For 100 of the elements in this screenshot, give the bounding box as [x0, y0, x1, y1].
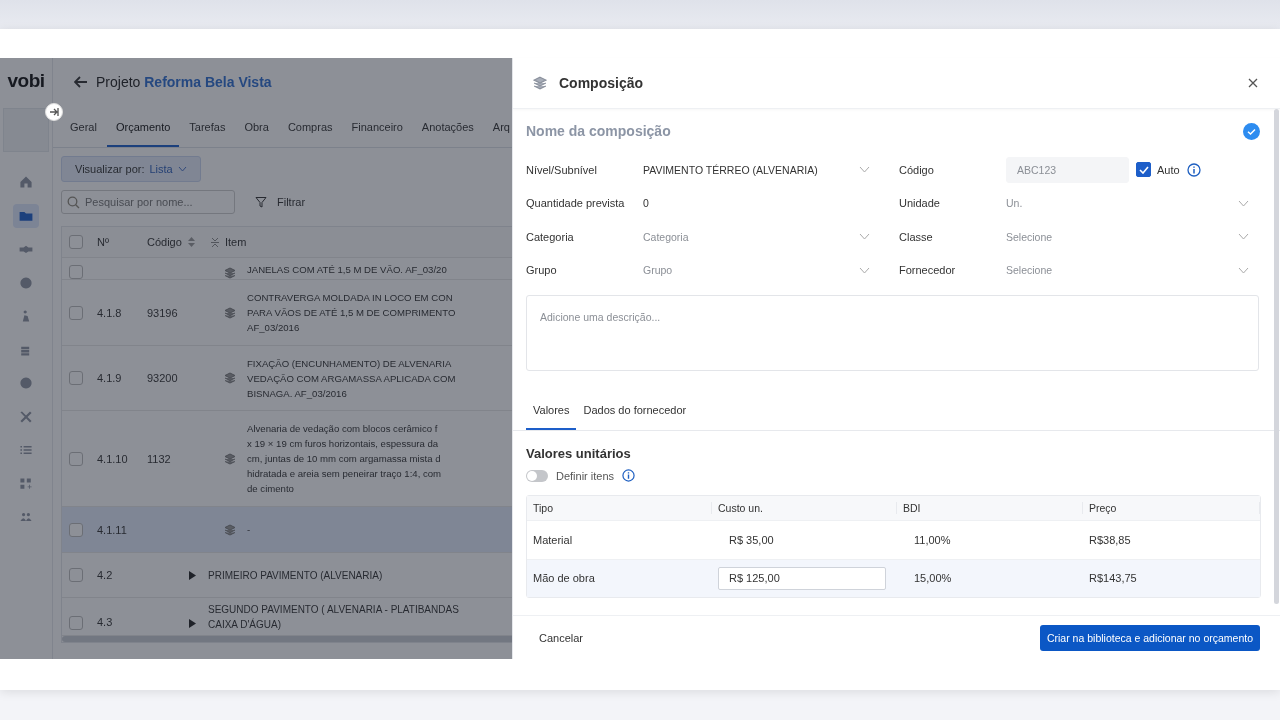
table-cell[interactable]: 11,00%	[903, 533, 951, 546]
cancel-button[interactable]: Cancelar	[526, 625, 597, 650]
select-field[interactable]: PAVIMENTO TÉRREO (ALVENARIA)	[643, 157, 870, 182]
column-header: Nº	[97, 236, 110, 248]
expand-caret-icon[interactable]	[189, 619, 196, 628]
collapse-all-icon[interactable]	[211, 236, 219, 248]
tab[interactable]: Obra	[235, 105, 278, 147]
table-cell[interactable]: 15,00%	[903, 572, 952, 585]
logo: vobi	[7, 69, 45, 93]
field-label: Grupo	[526, 264, 558, 277]
description-field[interactable]: Adicione uma descrição...	[526, 295, 1259, 371]
table-cell-text: 4.1.11	[97, 523, 128, 536]
select-field[interactable]: Un.	[1006, 191, 1249, 216]
project-title: Projeto Reforma Bela Vista	[96, 73, 272, 90]
layers-icon	[224, 523, 236, 536]
column-header[interactable]: Código	[147, 236, 211, 248]
tab[interactable]: Geral	[61, 105, 106, 147]
back-arrow-icon[interactable]	[74, 75, 88, 88]
select-field[interactable]: Grupo	[643, 258, 870, 283]
checkbox[interactable]	[69, 568, 83, 582]
field-label: Classe	[899, 230, 934, 243]
chevron-down-icon[interactable]	[1238, 266, 1249, 274]
table-cell-text: 4.3	[97, 616, 114, 628]
checkbox[interactable]	[69, 451, 83, 466]
item-description: CONTRAVERGA MOLDADA IN LOCO EM CON PARA VÃOS DE ATÉ 1,5 M DE COMPRIMENTO AF_03/2016	[247, 291, 456, 335]
table-cell-text: R$143,75	[1088, 572, 1138, 585]
chevron-down-icon[interactable]	[177, 166, 187, 172]
select-field[interactable]: Selecione	[1006, 224, 1249, 249]
cost-field[interactable]: R$ 125,00	[718, 566, 886, 590]
drawer-title: Composição	[559, 75, 644, 91]
column-header: Tipo	[527, 502, 712, 514]
field-label: Quantidade prevista	[526, 197, 626, 210]
group-title: PRIMEIRO PAVIMENTO (ALVENARIA)	[208, 568, 383, 583]
check-circle-icon[interactable]	[1243, 122, 1260, 140]
tab[interactable]: Anotações	[412, 105, 483, 147]
table-cell-text: Mão de obra	[532, 572, 596, 585]
checkbox[interactable]	[69, 305, 83, 320]
expand-caret-icon[interactable]	[189, 570, 196, 580]
checkbox[interactable]	[69, 616, 83, 630]
filter-icon[interactable]	[255, 196, 267, 208]
search-field[interactable]: Pesquisar por nome...	[61, 190, 235, 214]
tab[interactable]: Tarefas	[180, 105, 235, 147]
tab[interactable]: Financeiro	[342, 105, 412, 147]
tab[interactable]: Dados do fornecedor	[576, 397, 694, 430]
table-cell-text: R$38,85	[1088, 533, 1132, 546]
table-cell-text: 4.1.8	[97, 306, 123, 319]
info-icon[interactable]	[1186, 162, 1201, 177]
sort-icon[interactable]	[187, 237, 195, 247]
table-cell-text: 93200	[147, 372, 179, 384]
filter-button[interactable]: Filtrar	[249, 195, 312, 209]
checkbox[interactable]	[69, 371, 83, 385]
field-label: Código	[899, 163, 935, 176]
table-cell-text: 1132	[147, 452, 172, 465]
arrow-right-icon[interactable]	[49, 107, 59, 117]
item-description: JANELAS COM ATÉ 1,5 M DE VÃO. AF_03/20	[247, 263, 447, 277]
table-cell-text: 4.1.9	[97, 372, 123, 384]
column-header: BDI	[897, 502, 1083, 514]
tab[interactable]: Arq	[483, 105, 512, 147]
column-header: Preço	[1083, 502, 1260, 514]
item-description: -	[247, 523, 251, 537]
layers-icon	[224, 372, 236, 384]
toggle-label: Definir itens	[556, 469, 615, 482]
select-field[interactable]: Categoria	[643, 224, 870, 249]
chevron-down-icon[interactable]	[1238, 199, 1249, 207]
column-header: Item	[211, 236, 247, 248]
close-icon[interactable]	[1248, 78, 1258, 88]
vertical-scrollbar[interactable]	[1274, 109, 1279, 604]
auto-label: Auto	[1157, 163, 1180, 176]
expand-sidebar-button[interactable]	[45, 103, 63, 121]
group-title: SEGUNDO PAVIMENTO ( ALVENARIA - PLATIBANDAS CAIXA D'ÁGUA)	[208, 603, 459, 632]
tab[interactable]: Valores	[526, 397, 577, 430]
selected-row[interactable]: 4.1.11 -	[62, 507, 512, 553]
layers-icon	[224, 267, 236, 279]
table-cell-text: 4.2	[97, 569, 114, 581]
field-label: Fornecedor	[899, 264, 957, 277]
folder-icon[interactable]	[13, 203, 39, 228]
chevron-down-icon[interactable]	[859, 233, 870, 241]
column-header: Custo un.	[712, 502, 897, 514]
chevron-down-icon[interactable]	[859, 266, 870, 274]
chevron-down-icon[interactable]	[1238, 233, 1249, 241]
info-icon[interactable]	[622, 469, 636, 482]
checkbox[interactable]	[69, 522, 83, 537]
tab[interactable]: Orçamento	[106, 105, 180, 147]
field-label: Categoria	[526, 230, 575, 243]
layers-icon	[224, 306, 236, 319]
table-cell[interactable]: R$ 35,00	[718, 533, 774, 546]
layers-icon	[224, 452, 236, 465]
search-icon[interactable]	[67, 196, 80, 209]
field-label: Unidade	[899, 197, 941, 210]
tab[interactable]: Compras	[278, 105, 342, 147]
chevron-down-icon[interactable]	[859, 166, 870, 174]
item-description: Alvenaria de vedação com blocos cerâmico f x 19 × 19 cm furos horizontais, espessura da cm, juntas de 10 mm com argamassa mista d hidratada e areia sem peneirar traço 1:4, com de cimento	[247, 422, 442, 496]
checkbox[interactable]	[69, 265, 83, 279]
horizontal-scrollbar[interactable]	[62, 636, 512, 642]
create-and-add-button[interactable]: Criar na biblioteca e adicionar no orçamento	[1039, 624, 1260, 651]
project-thumbnail	[3, 108, 49, 152]
view-by-dropdown[interactable]: Visualizar por: Lista	[61, 156, 201, 182]
select-field[interactable]: Selecione	[1006, 258, 1249, 283]
checkbox[interactable]	[69, 235, 83, 249]
toggle-switch[interactable]	[526, 469, 548, 482]
